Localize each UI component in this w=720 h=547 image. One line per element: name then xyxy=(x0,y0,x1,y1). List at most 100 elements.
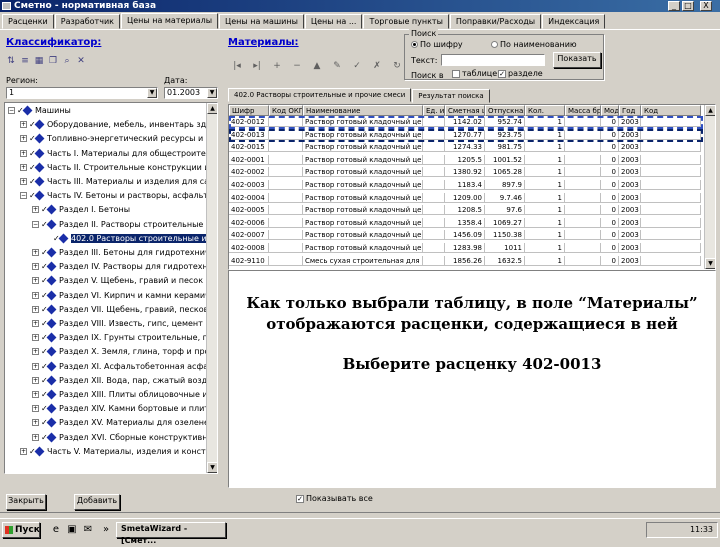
grid-cell[interactable] xyxy=(269,129,303,140)
grid-cell[interactable]: Раствор готовый кладочный цемент-0 xyxy=(303,180,423,190)
grid-cell[interactable]: 0 xyxy=(601,243,619,253)
grid-cell[interactable] xyxy=(423,255,445,266)
grid-cell[interactable]: 1274.33 xyxy=(445,142,485,153)
grid-cell[interactable]: Смесь сухая строительная для строительст… xyxy=(303,255,423,266)
expand-icon[interactable]: + xyxy=(32,277,39,285)
expand-icon[interactable]: + xyxy=(32,362,39,370)
grid-cell[interactable] xyxy=(269,205,303,216)
grid-cell[interactable]: 402-0002 xyxy=(229,167,269,178)
tab-4[interactable]: Цены на ... xyxy=(304,14,363,29)
grid-cell[interactable]: 1 xyxy=(525,243,565,253)
tree-item[interactable]: ✓402.0 Растворы строительные и прочие xyxy=(44,233,217,244)
grid-cell[interactable]: 1205.5 xyxy=(445,154,485,165)
grid-cell[interactable] xyxy=(565,167,601,178)
grid-cell[interactable]: 1065.28 xyxy=(485,167,525,178)
grid-cell[interactable]: 1 xyxy=(525,180,565,190)
grid-cell[interactable] xyxy=(423,117,445,127)
grid-cell[interactable]: Раствор готовый кладочный цемент-8 xyxy=(303,142,423,153)
close-icon[interactable]: ✕ xyxy=(76,56,86,66)
copy-icon[interactable]: ❐ xyxy=(48,56,58,66)
grid-cell[interactable] xyxy=(641,243,701,253)
grid-cell[interactable]: 0 xyxy=(601,180,619,190)
expand-icon[interactable]: + xyxy=(20,178,27,185)
grid-cell[interactable]: 97.6 xyxy=(485,205,525,216)
grid-cell[interactable] xyxy=(423,243,445,253)
tree-item[interactable]: +✓Часть V. Материалы, изделия и конструк… xyxy=(20,446,217,457)
expand-icon[interactable]: + xyxy=(20,135,27,143)
grid-cell[interactable]: 402-0003 xyxy=(229,180,269,190)
grid-cell[interactable]: 1142.02 xyxy=(445,117,485,127)
desktop-icon[interactable]: ▣ xyxy=(66,524,78,536)
maximize-button[interactable]: □ xyxy=(682,1,694,11)
column-header[interactable]: Отпускная цена xyxy=(485,105,525,116)
grid-cell[interactable]: 2003 xyxy=(619,243,641,253)
tab-3[interactable]: Цены на машины xyxy=(219,14,304,29)
tree-item[interactable]: +✓Раздел IX. Грунты строительные, песок,… xyxy=(32,332,217,343)
grid-cell[interactable] xyxy=(269,180,303,190)
grid-cell[interactable] xyxy=(269,192,303,203)
grid-cell[interactable]: 952.74 xyxy=(485,117,525,127)
expand-icon[interactable]: + xyxy=(20,447,27,455)
grid-cell[interactable] xyxy=(641,180,701,190)
grid-cell[interactable]: 1069.27 xyxy=(485,217,525,228)
grid-cell[interactable]: 9.7.46 xyxy=(485,192,525,203)
column-header[interactable]: Код xyxy=(641,105,701,116)
tab-6[interactable]: Поправки/Расходы xyxy=(449,14,542,29)
expand-icon[interactable]: + xyxy=(32,249,39,256)
grid-cell[interactable]: 2003 xyxy=(619,205,641,216)
tab-2[interactable]: Цены на материалы xyxy=(120,13,219,29)
grid-cell[interactable] xyxy=(269,117,303,127)
grid-cell[interactable] xyxy=(423,154,445,165)
grid-cell[interactable]: 1209.00 xyxy=(445,192,485,203)
expand-icon[interactable]: + xyxy=(20,149,27,157)
grid-cell[interactable] xyxy=(423,205,445,216)
grid-cell[interactable] xyxy=(641,129,701,140)
grid-cell[interactable] xyxy=(269,243,303,253)
tree-item[interactable]: +✓Раздел X. Земля, глина, торф и прочие … xyxy=(32,346,217,357)
tree-item[interactable]: + ✓ Раздел VI. Кирпич и камни керамические xyxy=(32,290,217,301)
grid-cell[interactable] xyxy=(641,154,701,165)
column-header[interactable]: Год xyxy=(619,105,641,116)
grid-cell[interactable]: Раствор готовый кладочный цемент-0 xyxy=(303,129,423,140)
tab-5[interactable]: Торговые пункты xyxy=(363,14,449,29)
grid-cell[interactable]: 1358.4 xyxy=(445,217,485,228)
grid-cell[interactable]: 402-0006 xyxy=(229,217,269,228)
expand-icon[interactable]: + xyxy=(32,320,39,327)
tree-scrollbar[interactable]: ▲ ▼ xyxy=(206,103,217,473)
close-window-button[interactable]: X xyxy=(700,1,712,11)
grid-cell[interactable]: Раствор готовый кладочный цемент-0 xyxy=(303,154,423,165)
grid-cell[interactable] xyxy=(641,192,701,203)
grid-cell[interactable] xyxy=(565,180,601,190)
add-button[interactable]: Добавить xyxy=(74,494,120,510)
grid-cell[interactable]: 2003 xyxy=(619,154,641,165)
grid-cell[interactable]: 0 xyxy=(601,205,619,216)
tree-item[interactable]: + ✓ Раздел XV. Материалы для озеленения xyxy=(32,417,217,428)
grid-cell[interactable] xyxy=(565,192,601,203)
grid-cell[interactable]: 0 xyxy=(601,154,619,165)
tree-item[interactable]: + ✓ Раздел XIV. Камни бортовые и плиточные xyxy=(32,403,217,414)
grid-cell[interactable] xyxy=(641,255,701,266)
grid-cell[interactable]: 1 xyxy=(525,167,565,178)
grid-cell[interactable] xyxy=(269,230,303,241)
tree-item[interactable]: +✓Часть II. Строительные конструкции и и… xyxy=(20,162,217,173)
grid-cell[interactable]: 1 xyxy=(525,230,565,241)
grid-cell[interactable]: 2003 xyxy=(619,192,641,203)
tree-item[interactable]: + ✓ Раздел I. Бетоны xyxy=(32,204,130,215)
grid-cell[interactable] xyxy=(641,205,701,216)
first-icon[interactable]: |◂ xyxy=(232,61,242,71)
column-header[interactable]: Код ОКП xyxy=(269,105,303,116)
grid-cell[interactable]: 2003 xyxy=(619,230,641,241)
grid-cell[interactable]: 1 xyxy=(525,205,565,216)
tree-item[interactable]: + ✓ Раздел III. Бетоны для гидротехнически… xyxy=(32,247,217,258)
grid-cell[interactable] xyxy=(423,167,445,178)
expand-icon[interactable]: + xyxy=(32,206,39,214)
grid-cell[interactable]: 1 xyxy=(525,192,565,203)
grid-cell[interactable]: 1270.77 xyxy=(445,129,485,140)
show-all-checkbox[interactable]: ✓ Показывать все xyxy=(296,494,373,503)
check-table[interactable]: таблице xyxy=(452,69,497,78)
tree-item[interactable]: + ✓ Раздел XII. Вода, пар, сжатый воздух, … xyxy=(32,375,217,386)
subtab-1[interactable]: Результат поиска xyxy=(412,89,490,103)
expand-icon[interactable]: + xyxy=(32,263,39,271)
search-input[interactable] xyxy=(441,54,545,66)
radio-by-name[interactable]: По наименованию xyxy=(491,40,577,49)
